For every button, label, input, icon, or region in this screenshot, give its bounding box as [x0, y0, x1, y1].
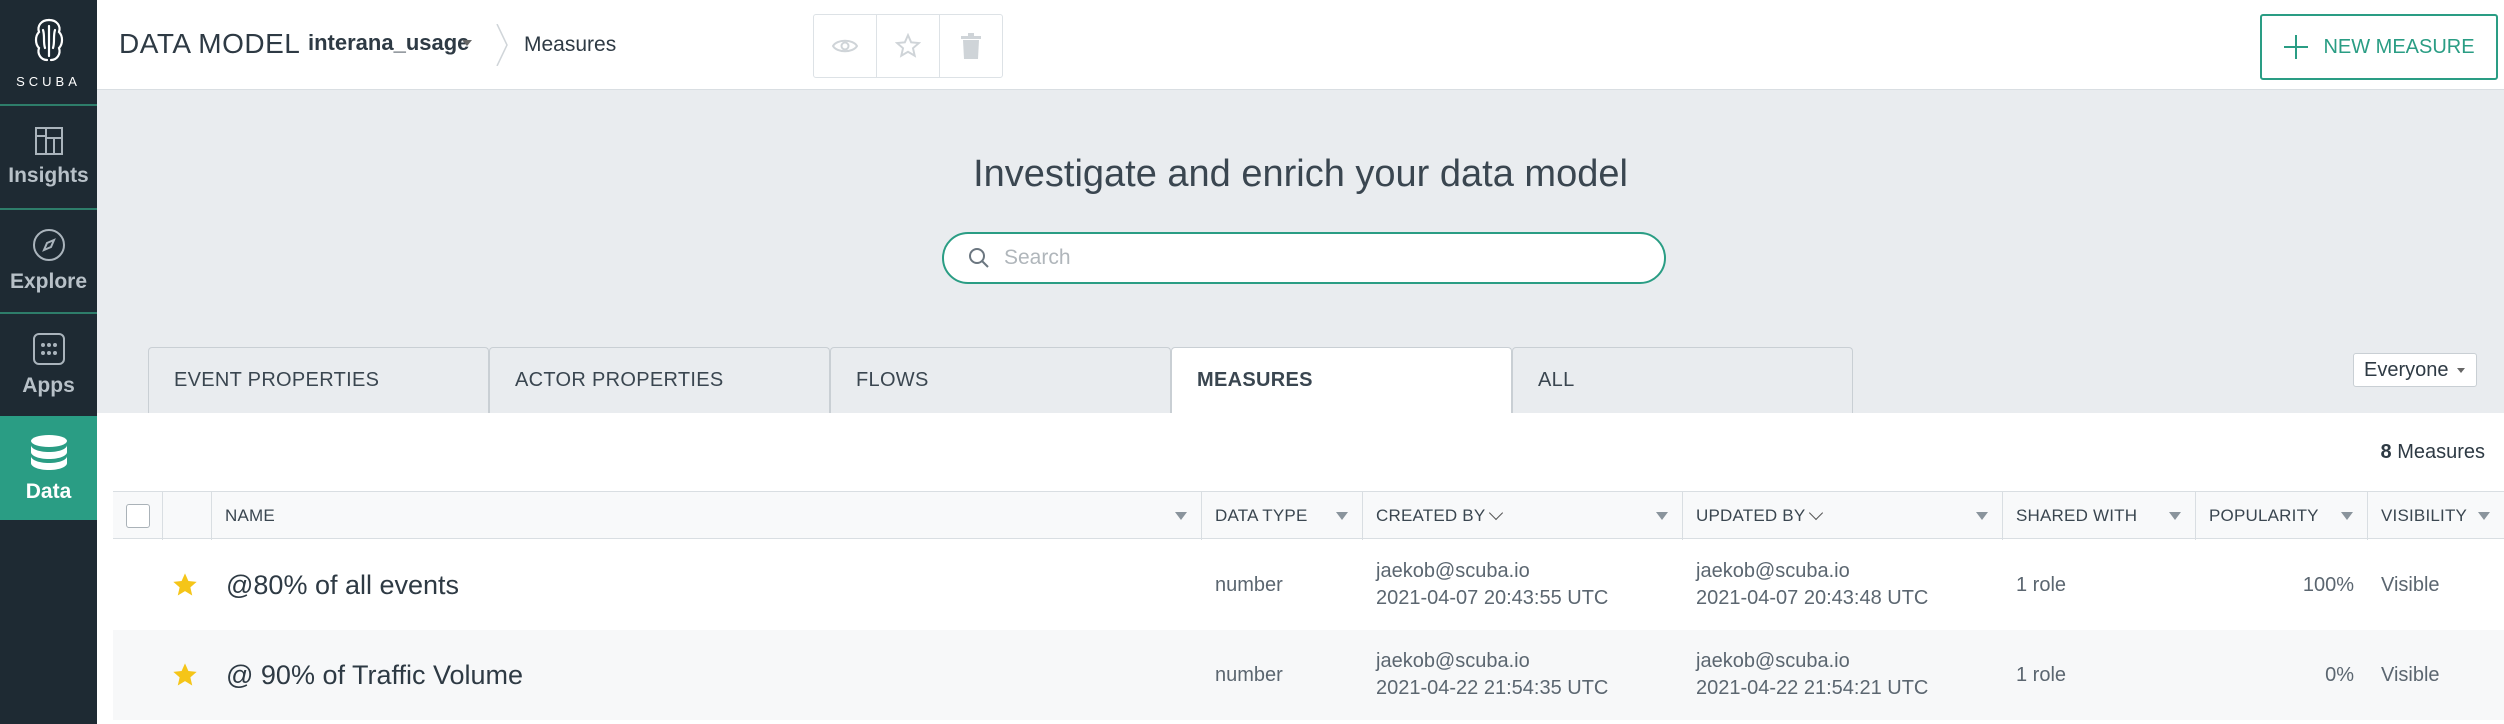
new-measure-button[interactable]: NEW MEASURE [2260, 14, 2498, 80]
filter-icon[interactable] [2341, 512, 2353, 520]
sidebar-item-label: Insights [8, 164, 89, 187]
measure-count-label: Measures [2397, 441, 2485, 463]
preview-button[interactable] [814, 15, 877, 77]
shared-with: 1 role [2016, 573, 2067, 596]
plus-icon [2284, 35, 2309, 59]
insights-icon [34, 127, 63, 155]
column-header-popularity[interactable]: POPULARITY [2195, 492, 2367, 540]
filter-icon[interactable] [2478, 512, 2490, 520]
chevron-down-icon[interactable] [462, 40, 472, 46]
table-row[interactable]: @80% of all events number jaekob@scuba.i… [113, 540, 2504, 630]
owner-filter-select[interactable]: Everyone [2353, 353, 2477, 387]
created-at: 2021-04-22 21:54:35 UTC [1376, 677, 1609, 699]
select-all-checkbox[interactable] [126, 504, 150, 528]
column-header-name[interactable]: NAME [211, 492, 1201, 540]
created-by-user: jaekob@scuba.io [1376, 560, 1530, 582]
updated-by: jaekob@scuba.io 2021-04-22 21:54:21 UTC [1696, 630, 1928, 720]
star-outline-icon [895, 33, 921, 58]
delete-button[interactable] [940, 15, 1002, 77]
sidebar-item-label: Data [25, 480, 72, 503]
search-icon [969, 248, 989, 268]
created-by-user: jaekob@scuba.io [1376, 650, 1530, 672]
logo-text: SCUBA [16, 73, 81, 89]
dataset-selector[interactable]: interana_usage [308, 30, 469, 56]
database-icon [30, 435, 67, 470]
chevron-down-icon [2456, 367, 2465, 373]
sidebar-item-data[interactable]: Data [0, 416, 97, 520]
table-header: NAME DATA TYPE CREATED BY UPDATED BY SHA… [113, 491, 2504, 540]
apps-grid-icon [32, 333, 65, 365]
search-box[interactable] [942, 232, 1666, 284]
sidebar: SCUBA Insights Explore Apps Data [0, 0, 97, 724]
visibility: Visible [2381, 573, 2440, 596]
breadcrumb[interactable]: Measures [524, 33, 616, 57]
column-header-visibility[interactable]: VISIBILITY [2367, 492, 2504, 540]
updated-by-user: jaekob@scuba.io [1696, 650, 1850, 672]
updated-by: jaekob@scuba.io 2021-04-07 20:43:48 UTC [1696, 540, 1928, 630]
column-header-created-by[interactable]: CREATED BY [1362, 492, 1682, 540]
column-header-data-type[interactable]: DATA TYPE [1201, 492, 1362, 540]
top-header: DATA MODEL interana_usage Measures NEW M… [97, 0, 2504, 90]
measures-panel: 8 Measures NAME DATA TYPE CREATED BY UPD… [97, 413, 2504, 724]
filter-icon[interactable] [1336, 512, 1348, 520]
table-row[interactable]: @ 90% of Traffic Volume number jaekob@sc… [113, 630, 2504, 720]
sort-icon[interactable] [1489, 505, 1504, 521]
owner-filter-value: Everyone [2364, 358, 2449, 381]
tab-measures[interactable]: MEASURES [1171, 347, 1512, 413]
compass-icon [32, 229, 65, 261]
page-title: DATA MODEL [119, 28, 301, 59]
tab-event-properties[interactable]: EVENT PROPERTIES [148, 347, 489, 413]
updated-by-user: jaekob@scuba.io [1696, 560, 1850, 582]
favorite-button[interactable] [877, 15, 940, 77]
trash-icon [961, 33, 981, 59]
filter-icon[interactable] [2169, 512, 2181, 520]
created-at: 2021-04-07 20:43:55 UTC [1376, 587, 1609, 609]
tab-actor-properties[interactable]: ACTOR PROPERTIES [489, 347, 830, 413]
data-type: number [1215, 663, 1283, 686]
search-input[interactable] [1004, 246, 1644, 270]
scuba-logo[interactable]: SCUBA [0, 0, 97, 104]
favorite-column-header [162, 492, 211, 540]
tab-bar: EVENT PROPERTIES ACTOR PROPERTIES FLOWS … [148, 347, 1853, 413]
eye-icon [832, 39, 858, 53]
popularity: 0% [2325, 663, 2354, 686]
updated-at: 2021-04-07 20:43:48 UTC [1696, 587, 1929, 609]
column-header-shared-with[interactable]: SHARED WITH [2002, 492, 2195, 540]
breadcrumb-separator-icon [496, 24, 508, 66]
created-by: jaekob@scuba.io 2021-04-07 20:43:55 UTC [1376, 540, 1608, 630]
updated-at: 2021-04-22 21:54:21 UTC [1696, 677, 1929, 699]
shared-with: 1 role [2016, 663, 2067, 686]
filter-icon[interactable] [1976, 512, 1988, 520]
sidebar-item-apps[interactable]: Apps [0, 312, 97, 416]
measure-count-number: 8 [2380, 441, 2392, 463]
filter-icon[interactable] [1656, 512, 1668, 520]
star-filled-icon[interactable] [171, 571, 199, 599]
star-filled-icon[interactable] [171, 661, 199, 689]
tab-all[interactable]: ALL [1512, 347, 1853, 413]
toolbar [813, 14, 1003, 78]
visibility: Visible [2381, 663, 2440, 686]
sidebar-item-explore[interactable]: Explore [0, 208, 97, 312]
sidebar-item-label: Explore [9, 270, 88, 293]
sort-icon[interactable] [1809, 505, 1824, 521]
measure-name[interactable]: @ 90% of Traffic Volume [226, 630, 523, 720]
hero-title: Investigate and enrich your data model [973, 153, 1628, 195]
measure-name[interactable]: @80% of all events [226, 540, 459, 630]
tab-flows[interactable]: FLOWS [830, 347, 1171, 413]
popularity: 100% [2302, 573, 2354, 596]
new-measure-label: NEW MEASURE [2323, 35, 2475, 58]
filter-icon[interactable] [1175, 512, 1187, 520]
sidebar-item-label: Apps [22, 374, 75, 397]
scuba-logo-icon [34, 18, 63, 61]
created-by: jaekob@scuba.io 2021-04-22 21:54:35 UTC [1376, 630, 1608, 720]
column-header-updated-by[interactable]: UPDATED BY [1682, 492, 2002, 540]
data-type: number [1215, 573, 1283, 596]
select-all-cell [113, 492, 162, 540]
measure-count: 8 Measures [2381, 441, 2486, 464]
sidebar-item-insights[interactable]: Insights [0, 104, 97, 208]
